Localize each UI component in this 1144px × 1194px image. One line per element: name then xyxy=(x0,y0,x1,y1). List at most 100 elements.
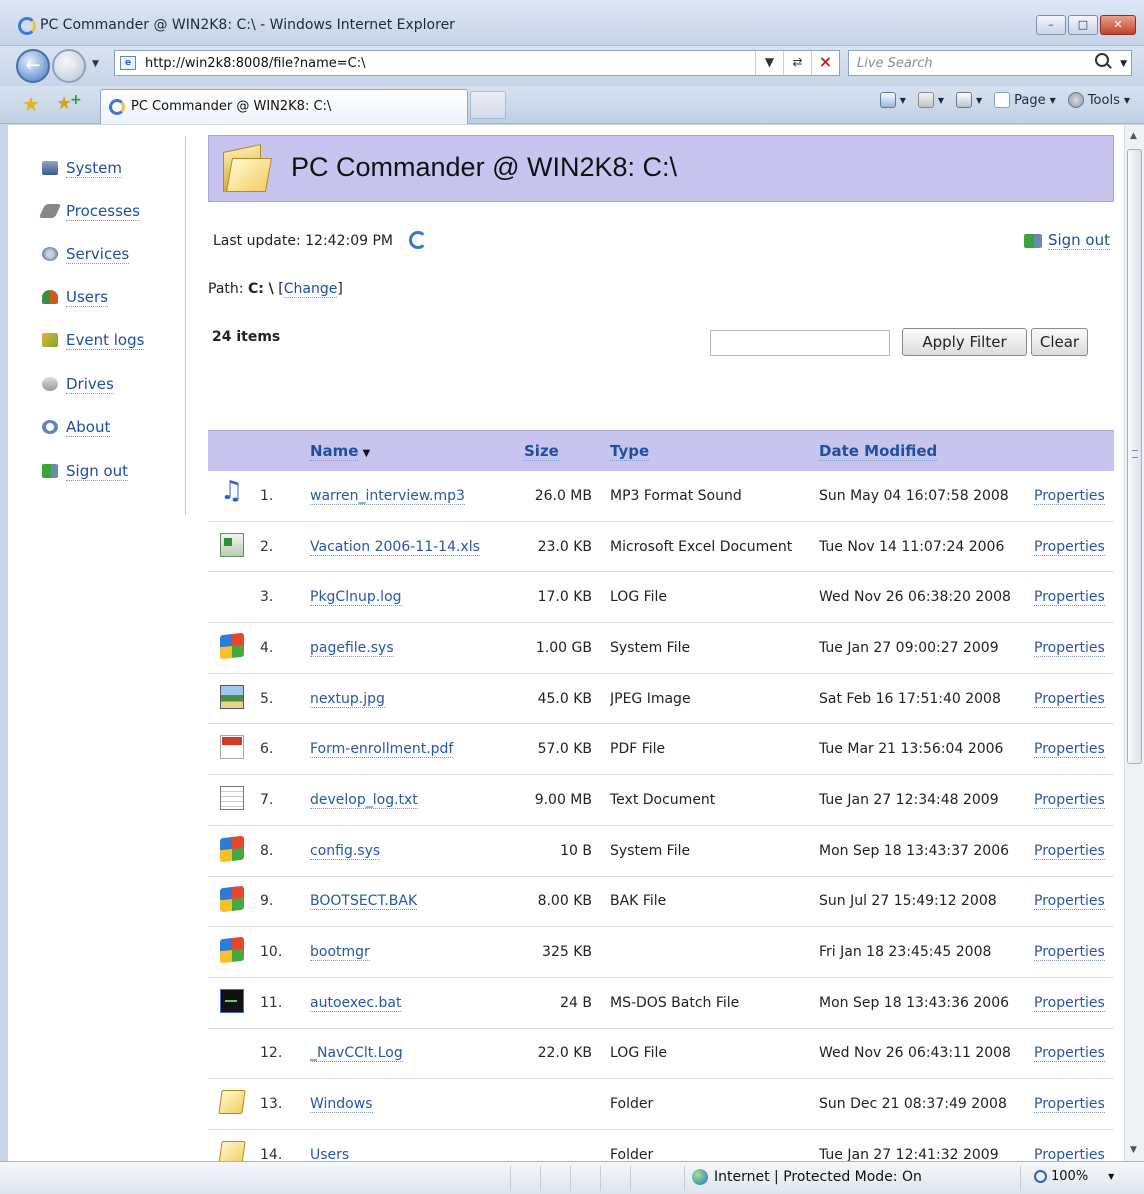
properties-link[interactable]: Properties xyxy=(1034,589,1105,607)
sidebar-link-drives[interactable]: Drives xyxy=(66,375,114,394)
sidebar-item-services[interactable]: Services xyxy=(42,243,130,265)
properties-link[interactable]: Properties xyxy=(1034,994,1105,1012)
address-dropdown-icon[interactable]: ▼ xyxy=(755,51,783,75)
favorites-star-icon[interactable]: ★ xyxy=(22,93,44,115)
row-icon-cell xyxy=(208,571,260,624)
sidebar-link-processes[interactable]: Processes xyxy=(66,202,140,221)
row-icon-cell xyxy=(208,926,260,978)
file-name-link[interactable]: _NavCClt.Log xyxy=(310,1045,403,1063)
file-name-link[interactable]: config.sys xyxy=(310,842,381,860)
new-tab-button[interactable] xyxy=(470,91,506,119)
add-favorites-icon[interactable]: ★ xyxy=(56,89,82,115)
search-dropdown-icon[interactable]: ▼ xyxy=(1120,59,1127,69)
file-name-link[interactable]: bootmgr xyxy=(310,944,370,962)
sort-by-date[interactable]: Date Modified xyxy=(819,441,938,461)
scroll-thumb[interactable] xyxy=(1127,149,1142,764)
filter-input[interactable] xyxy=(710,330,890,356)
sign-out-text[interactable]: Sign out xyxy=(1047,231,1110,250)
file-name-link[interactable]: Vacation 2006-11-14.xls xyxy=(310,538,480,556)
sort-by-type[interactable]: Type xyxy=(610,441,650,461)
search-placeholder[interactable]: Live Search xyxy=(857,56,933,71)
search-box[interactable]: Live Search ▼ xyxy=(848,50,1132,76)
feeds-button[interactable]: ▼ xyxy=(917,92,944,108)
sidebar-link-users[interactable]: Users xyxy=(66,288,109,307)
tools-menu[interactable]: Tools ▼ xyxy=(1067,92,1130,108)
file-name-link[interactable]: develop_log.txt xyxy=(310,791,418,809)
file-name-link[interactable]: autoexec.bat xyxy=(310,994,402,1012)
row-icon-cell xyxy=(208,470,260,522)
sidebar-item-system[interactable]: System xyxy=(42,157,122,179)
apply-filter-button[interactable]: Apply Filter xyxy=(902,328,1027,356)
row-type: System File xyxy=(610,622,819,674)
audio-file-icon xyxy=(220,476,244,506)
header-date[interactable]: Date Modified xyxy=(819,430,1034,471)
properties-link[interactable]: Properties xyxy=(1034,1146,1105,1161)
sort-by-name[interactable]: Name xyxy=(310,441,359,461)
row-type: System File xyxy=(610,825,819,877)
header-name[interactable]: Name ▼ xyxy=(310,430,524,471)
file-name-link[interactable]: BOOTSECT.BAK xyxy=(310,893,418,911)
minimize-button[interactable]: – xyxy=(1036,15,1066,35)
scroll-up-icon[interactable]: ▲ xyxy=(1130,131,1137,141)
properties-link[interactable]: Properties xyxy=(1034,639,1105,657)
properties-link[interactable]: Properties xyxy=(1034,893,1105,911)
sidebar-item-event-logs[interactable]: Event logs xyxy=(42,329,145,351)
sidebar-link-services[interactable]: Services xyxy=(66,245,130,264)
sidebar-link-about[interactable]: About xyxy=(66,418,111,437)
file-name-link[interactable]: Users xyxy=(310,1146,350,1161)
file-name-link[interactable]: warren_interview.mp3 xyxy=(310,487,465,505)
command-bar: ▼ ▼ ▼ Page ▼ Tools ▼ xyxy=(879,92,1130,108)
sidebar-link-system[interactable]: System xyxy=(66,159,122,178)
recent-pages-dropdown[interactable]: ▼ xyxy=(92,59,99,69)
sidebar-item-users[interactable]: Users xyxy=(42,286,109,308)
refresh-page-icon[interactable]: ⇄ xyxy=(783,51,811,75)
header-type[interactable]: Type xyxy=(610,430,819,471)
sidebar-item-processes[interactable]: Processes xyxy=(38,200,140,222)
vertical-scrollbar[interactable]: ▲ ▼ xyxy=(1124,125,1144,1161)
file-name-link[interactable]: pagefile.sys xyxy=(310,639,394,657)
sign-out-link[interactable]: Sign out xyxy=(1023,231,1110,250)
properties-link[interactable]: Properties xyxy=(1034,842,1105,860)
scroll-down-icon[interactable]: ▼ xyxy=(1130,1145,1137,1155)
sidebar-link-event-logs[interactable]: Event logs xyxy=(66,331,145,350)
properties-link[interactable]: Properties xyxy=(1034,1045,1105,1063)
refresh-icon[interactable] xyxy=(409,231,427,249)
sidebar-item-sign-out[interactable]: Sign out xyxy=(42,460,129,482)
properties-link[interactable]: Properties xyxy=(1034,1096,1105,1114)
forward-button[interactable]: → xyxy=(52,49,86,83)
search-icon[interactable] xyxy=(1095,53,1109,67)
page-menu[interactable]: Page ▼ xyxy=(994,92,1056,108)
back-button[interactable]: ← xyxy=(16,49,50,83)
home-button[interactable]: ▼ xyxy=(879,92,906,108)
sidebar-item-about[interactable]: About xyxy=(42,416,111,438)
tab-ie-icon xyxy=(109,99,125,115)
zoom-dropdown-icon[interactable]: ▼ xyxy=(1108,1172,1114,1181)
properties-link[interactable]: Properties xyxy=(1034,741,1105,759)
properties-link[interactable]: Properties xyxy=(1034,944,1105,962)
header-size[interactable]: Size xyxy=(524,430,610,471)
close-button[interactable]: ✕ xyxy=(1100,15,1136,35)
row-date: Wed Nov 26 06:43:11 2008 xyxy=(819,1028,1034,1080)
file-name-link[interactable]: nextup.jpg xyxy=(310,690,385,708)
clear-button[interactable]: Clear xyxy=(1031,328,1088,356)
properties-link[interactable]: Properties xyxy=(1034,487,1105,505)
address-url[interactable]: http://win2k8:8008/file?name=C:\ xyxy=(145,56,366,71)
properties-link[interactable]: Properties xyxy=(1034,538,1105,556)
properties-link[interactable]: Properties xyxy=(1034,791,1105,809)
sidebar-item-drives[interactable]: Drives xyxy=(42,373,114,395)
change-path-link[interactable]: Change xyxy=(283,281,338,298)
print-button[interactable]: ▼ xyxy=(956,92,982,108)
security-zone[interactable]: Internet | Protected Mode: On xyxy=(692,1169,922,1185)
tab-pc-commander[interactable]: PC Commander @ WIN2K8: C:\ xyxy=(100,89,468,124)
sidebar-link-sign-out[interactable]: Sign out xyxy=(66,462,129,481)
file-name-link[interactable]: Windows xyxy=(310,1096,373,1114)
internet-globe-icon xyxy=(692,1169,708,1185)
file-name-link[interactable]: PkgClnup.log xyxy=(310,589,402,607)
sort-by-size[interactable]: Size xyxy=(524,441,559,461)
stop-icon[interactable]: × xyxy=(811,51,839,75)
file-name-link[interactable]: Form-enrollment.pdf xyxy=(310,741,454,759)
properties-link[interactable]: Properties xyxy=(1034,690,1105,708)
maximize-button[interactable]: □ xyxy=(1068,15,1098,35)
zoom-control[interactable]: 100% ▼ xyxy=(1034,1169,1114,1184)
address-bar[interactable]: e http://win2k8:8008/file?name=C:\ ▼ ⇄ × xyxy=(114,50,840,76)
